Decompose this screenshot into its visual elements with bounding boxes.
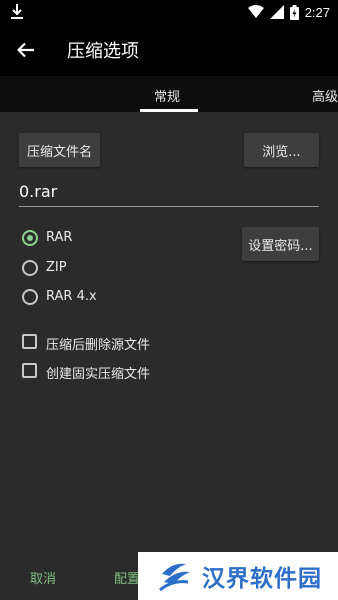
delete-after-archiving-label: 压缩后删除源文件 [46, 338, 151, 353]
status-bar: 2:27 [0, 0, 338, 24]
signal-icon [269, 5, 284, 19]
wifi-icon [247, 5, 264, 18]
create-solid-archive-checkbox[interactable] [22, 363, 37, 378]
watermark: 汉界软件园 [138, 552, 338, 600]
format-radio-rar4[interactable] [22, 289, 38, 305]
profiles-button[interactable]: 配置 [114, 568, 140, 587]
watermark-text: 汉界软件园 [202, 566, 322, 592]
filename-underline [19, 206, 319, 207]
screen: 2:27 压缩选项 常规 高级 压缩文件名 浏览... 0.rar RAR ZI… [0, 0, 338, 600]
browse-button[interactable]: 浏览... [244, 133, 319, 167]
back-arrow-icon [17, 42, 34, 58]
tab-general[interactable]: 常规 [154, 86, 180, 105]
cancel-button[interactable]: 取消 [30, 568, 56, 587]
tab-advanced[interactable]: 高级 [312, 86, 338, 105]
general-options-panel: 压缩文件名 浏览... 0.rar RAR ZIP RAR 4.x 设置密码..… [0, 112, 338, 542]
app-bar: 压缩选项 [0, 24, 338, 76]
delete-after-archiving-checkbox[interactable] [22, 334, 37, 349]
format-radio-rar[interactable] [22, 230, 38, 246]
tab-bar: 常规 高级 [0, 76, 338, 112]
status-time: 2:27 [304, 4, 330, 20]
back-button[interactable] [12, 36, 40, 64]
page-title: 压缩选项 [67, 41, 139, 62]
set-password-button[interactable]: 设置密码... [242, 227, 319, 261]
watermark-logo-icon [159, 563, 190, 592]
archive-name-button[interactable]: 压缩文件名 [19, 133, 100, 167]
download-icon [11, 4, 23, 19]
format-radio-zip[interactable] [22, 260, 38, 276]
create-solid-archive-label: 创建固实压缩文件 [46, 367, 151, 382]
format-label-zip: ZIP [46, 260, 67, 275]
battery-icon [289, 4, 299, 20]
status-icons: 2:27 [247, 4, 330, 20]
filename-input[interactable]: 0.rar [19, 182, 319, 206]
format-label-rar4: RAR 4.x [46, 289, 97, 304]
format-label-rar: RAR [46, 230, 73, 245]
